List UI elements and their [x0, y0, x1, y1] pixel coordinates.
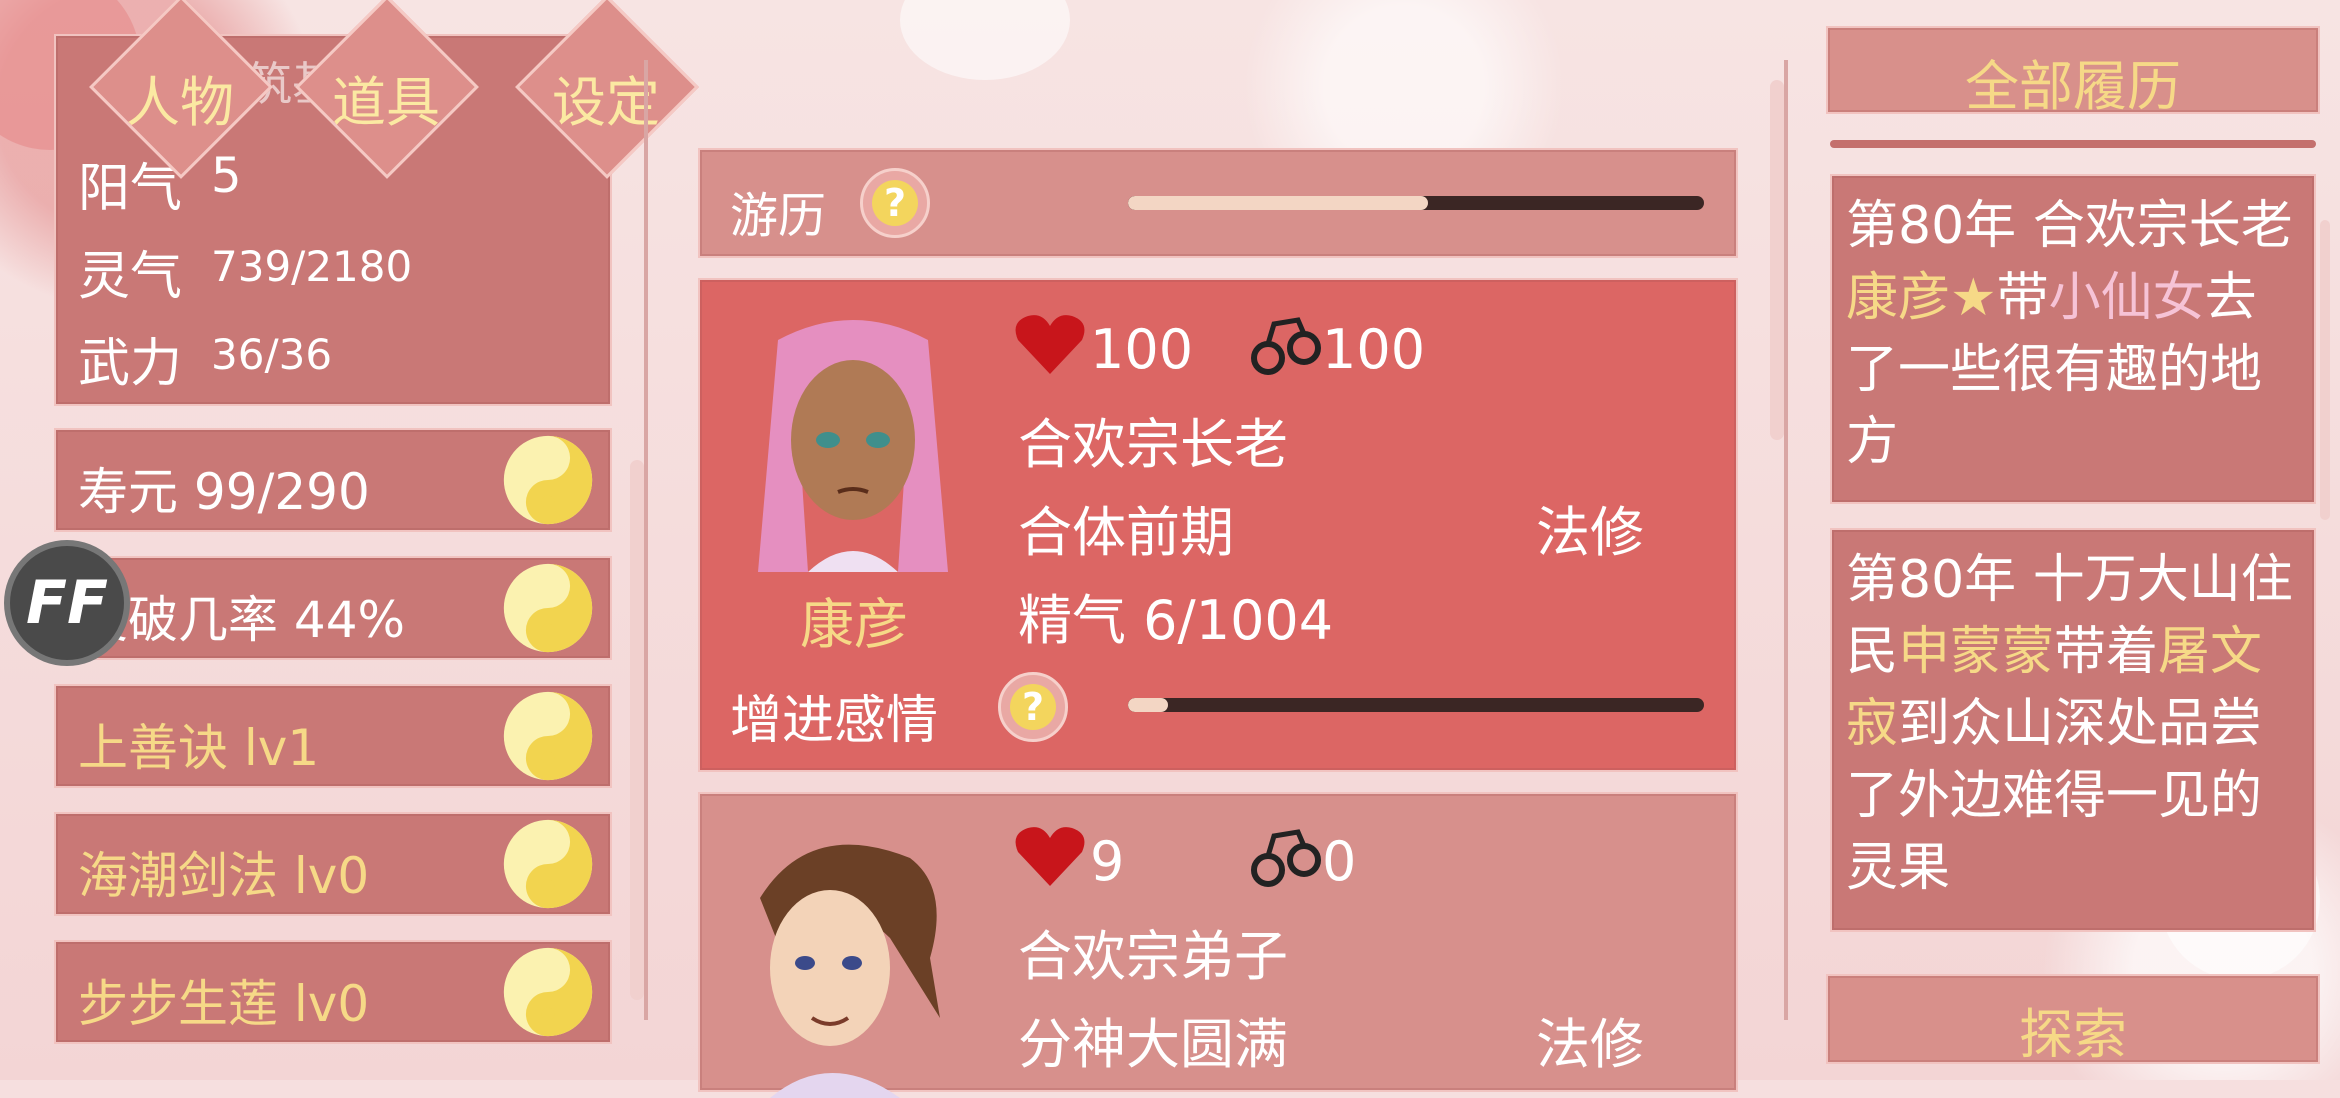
yin-yang-icon[interactable]: [502, 434, 594, 526]
explore-button-label: 探索: [2019, 1003, 2127, 1066]
history-text-segment: 申蒙蒙: [1898, 622, 2055, 682]
lingqi-value: 739/2180: [211, 242, 413, 291]
travel-panel: 游历 ?: [698, 148, 1738, 258]
skill-label: 寿元 99/290: [78, 463, 370, 521]
travel-help-button[interactable]: ?: [860, 168, 930, 238]
yin-yang-icon[interactable]: [502, 818, 594, 910]
card-scrollbar[interactable]: [1770, 80, 1784, 440]
character-path: 法修: [1536, 501, 1644, 564]
character-realm: 合体前期: [1018, 501, 1234, 564]
skill-label: 海潮剑法 lv0: [78, 847, 370, 905]
affection-progress-fill: [1128, 698, 1169, 712]
tab-items-label: 道具: [332, 71, 440, 134]
fast-forward-label: FF: [26, 568, 108, 638]
wuli-label: 武力: [78, 334, 183, 394]
heart-icon: [1015, 315, 1085, 374]
character-card[interactable]: 9 0 合欢宗弟子 分神大圆满 法修: [698, 792, 1738, 1098]
history-text-segment: 康彦★: [1846, 268, 1997, 328]
history-text-segment: 带着: [2054, 622, 2159, 682]
yin-yang-icon[interactable]: [502, 562, 594, 654]
history-entry: 第80年 合欢宗长老康彦★带小仙女去了一些很有趣的地方: [1830, 174, 2316, 504]
character-portrait: [760, 844, 940, 1098]
skill-label: 步步生莲 lv0: [78, 975, 370, 1033]
bond-value: 100: [1322, 318, 1426, 381]
history-header-label: 全部履历: [1965, 55, 2181, 118]
handcuffs-icon: [1251, 317, 1321, 375]
travel-progress-fill: [1128, 196, 1428, 210]
history-text-segment: 小仙女: [2048, 268, 2205, 328]
question-icon: ?: [872, 180, 918, 226]
skill-row[interactable]: 上善诀 lv1: [54, 684, 612, 788]
history-scrollbar[interactable]: [2320, 220, 2330, 520]
yin-yang-icon[interactable]: [502, 946, 594, 1038]
lingqi-label: 灵气: [78, 247, 183, 307]
heart-value: 100: [1090, 318, 1194, 381]
tab-settings-label: 设定: [552, 71, 660, 134]
handcuffs-icon: [1251, 829, 1321, 887]
character-card[interactable]: 康彦 100 100 合欢宗长老 合体前期 法修 精气 6/1004 增进感情 …: [698, 278, 1738, 772]
affection-progress-bar: [1128, 698, 1704, 712]
list-scrollbar[interactable]: [630, 460, 644, 1000]
history-text-segment: 第80年 合欢宗长老: [1846, 196, 2293, 256]
character-realm: 分神大圆满: [1018, 1013, 1288, 1076]
history-entry: 第80年 十万大山住民申蒙蒙带着屠文寂到众山深处品尝了外边难得一见的灵果: [1830, 528, 2316, 932]
question-icon: ?: [1010, 684, 1056, 730]
history-text-segment: 到众山深处品尝了外边难得一见的灵果: [1846, 694, 2263, 898]
yin-yang-icon[interactable]: [502, 690, 594, 782]
character-portrait: [758, 320, 948, 572]
skill-row[interactable]: 步步生莲 lv0: [54, 940, 612, 1044]
character-title: 合欢宗长老: [1018, 413, 1288, 476]
travel-label: 游历: [730, 188, 827, 244]
skill-row[interactable]: 突破几率 44%: [54, 556, 612, 660]
history-header-button[interactable]: 全部履历: [1826, 26, 2320, 118]
list-scroll-rail: [644, 60, 648, 1020]
travel-progress-bar: [1128, 196, 1704, 210]
affection-help-button[interactable]: ?: [998, 672, 1068, 742]
character-essence: 精气 6/1004: [1018, 589, 1334, 652]
fast-forward-button[interactable]: FF: [4, 540, 130, 666]
card-scroll-rail: [1784, 60, 1788, 1020]
tab-character-label: 人物: [126, 71, 234, 134]
bond-value: 0: [1322, 830, 1357, 893]
character-name: 康彦: [800, 593, 908, 656]
affection-label: 增进感情: [730, 691, 939, 751]
heart-value: 9: [1090, 830, 1125, 893]
heart-icon: [1015, 827, 1085, 886]
explore-button[interactable]: 探索: [1826, 974, 2320, 1066]
skill-row[interactable]: 寿元 99/290: [54, 428, 612, 532]
wuli-value: 36/36: [211, 330, 333, 379]
skill-row[interactable]: 海潮剑法 lv0: [54, 812, 612, 916]
tab-items[interactable]: 道具: [286, 0, 486, 180]
history-text-segment: 带: [1996, 268, 2049, 328]
character-path: 法修: [1536, 1013, 1644, 1076]
character-title: 合欢宗弟子: [1018, 925, 1288, 988]
tab-settings[interactable]: 设定: [506, 0, 706, 180]
skill-label: 上善诀 lv1: [78, 719, 320, 777]
tab-character[interactable]: 人物: [80, 0, 280, 180]
history-divider: [1830, 140, 2316, 148]
